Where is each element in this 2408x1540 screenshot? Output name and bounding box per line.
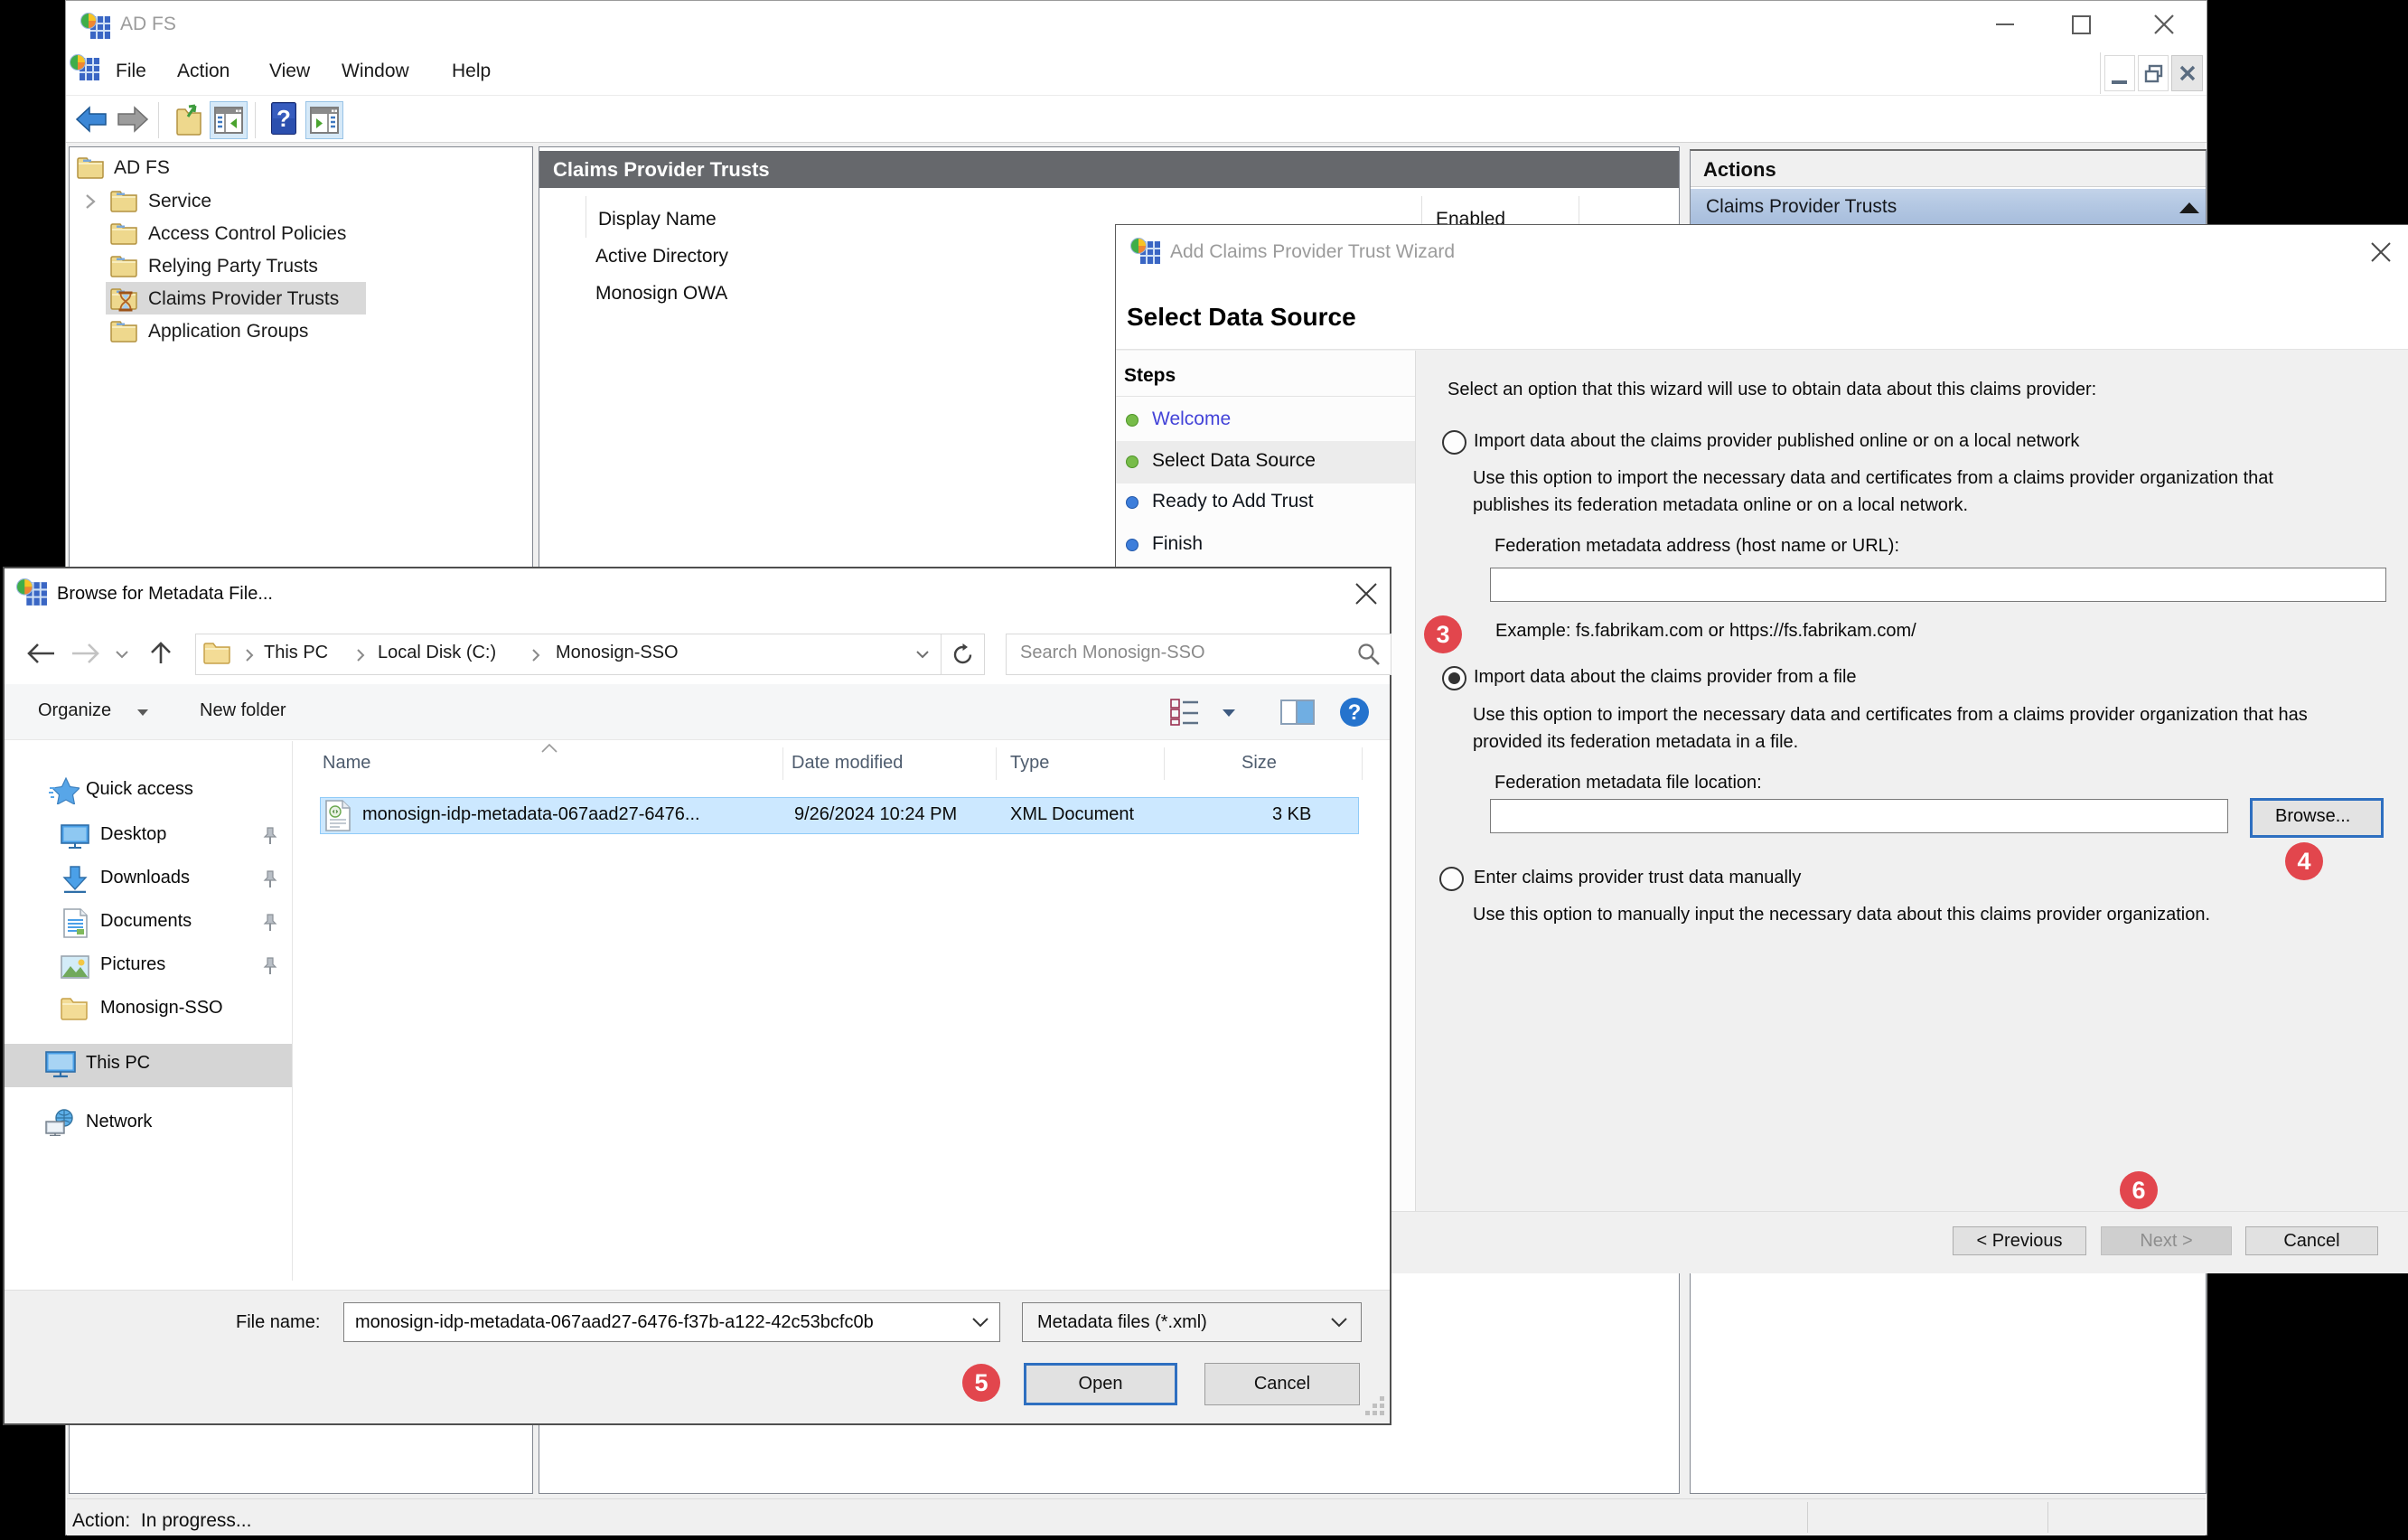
svg-text:?: ? [1348,700,1362,725]
svg-text:?: ? [276,105,291,132]
